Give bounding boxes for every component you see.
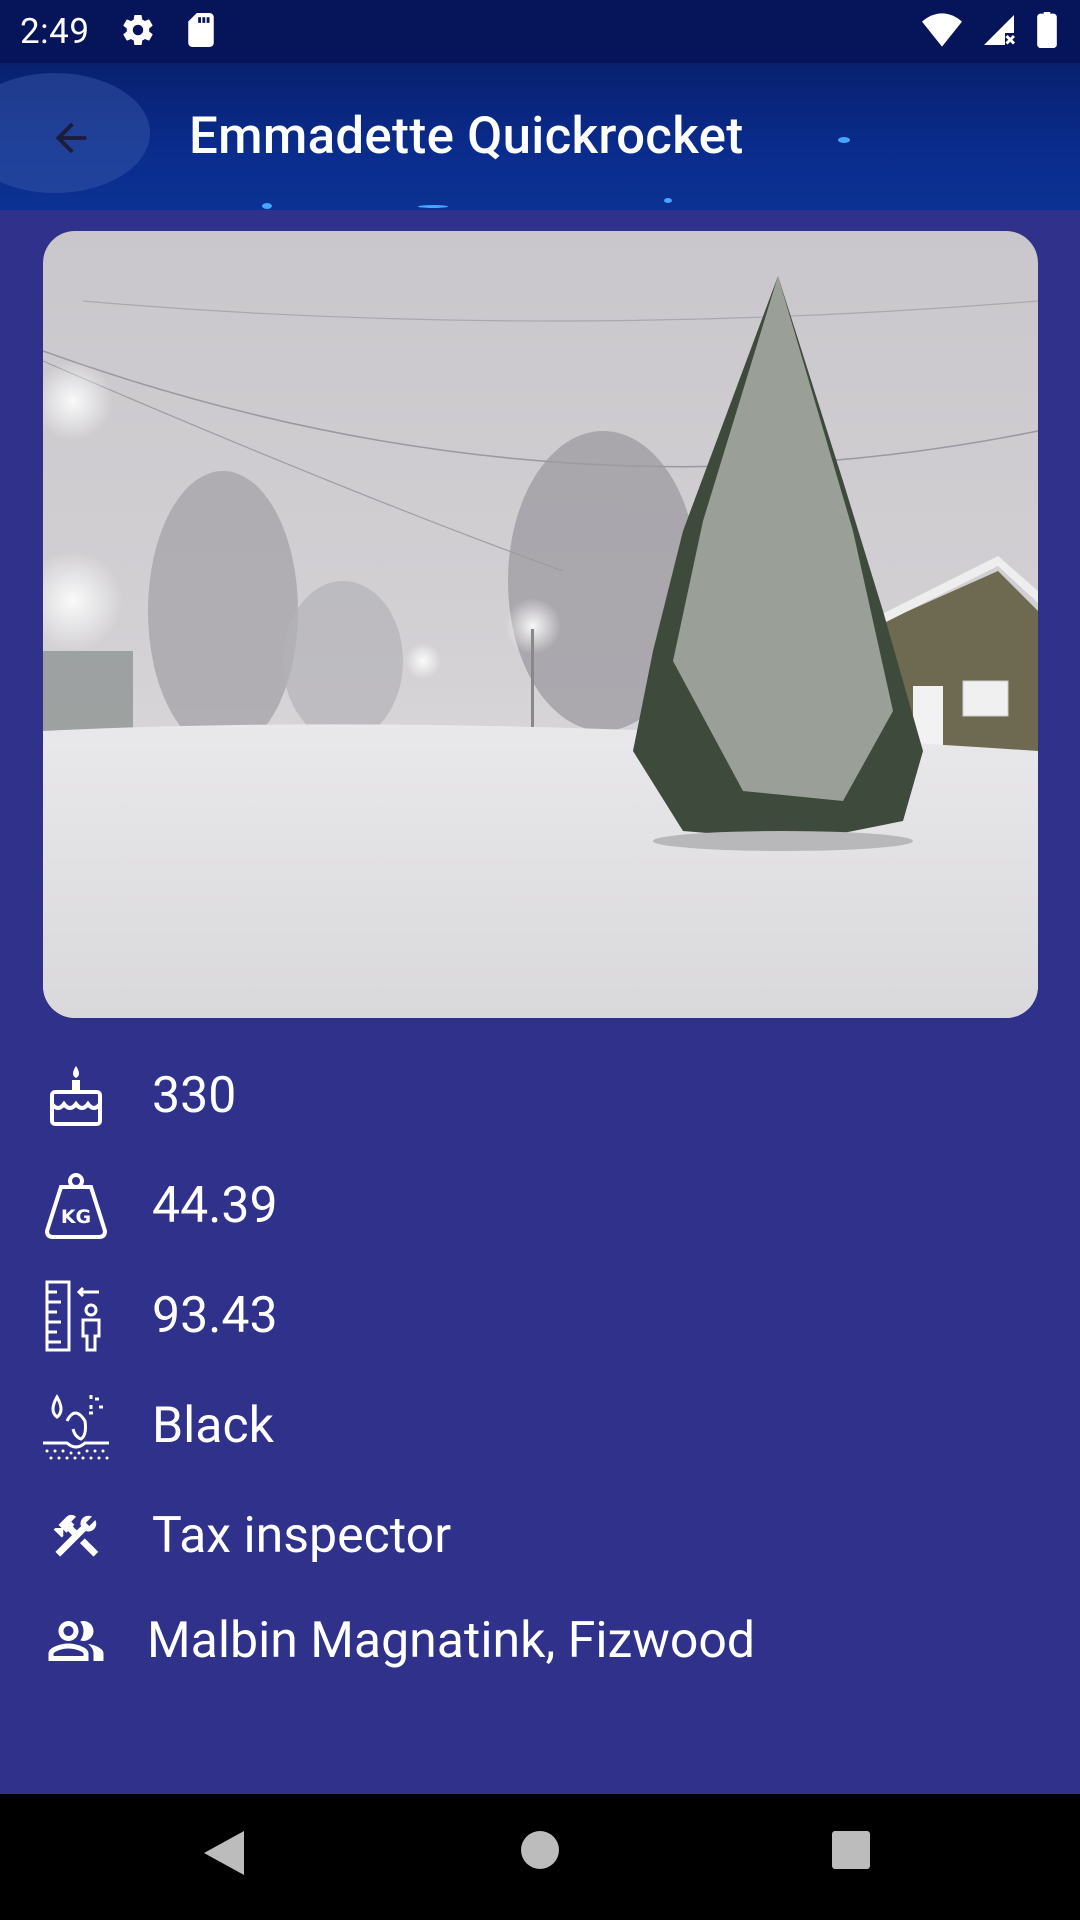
cell-signal-icon	[980, 12, 1018, 52]
friends-row: Malbin Magnatink, Fizwood	[40, 1605, 755, 1677]
app-bar: Emmadette Quickrocket	[0, 63, 1080, 210]
wifi-icon	[922, 13, 962, 51]
weight-kg-icon: KG	[40, 1170, 112, 1242]
profession-row: Tax inspector	[40, 1500, 451, 1572]
back-button[interactable]	[36, 103, 106, 173]
decorative-dot	[262, 203, 272, 209]
decorative-dot	[418, 205, 448, 208]
navigation-bar	[0, 1794, 1080, 1920]
svg-text:KG: KG	[61, 1206, 91, 1228]
battery-icon	[1036, 12, 1058, 52]
people-icon	[40, 1605, 112, 1677]
age-row: 330	[40, 1060, 236, 1132]
page-title: Emmadette Quickrocket	[189, 107, 744, 166]
hair-icon	[40, 1390, 112, 1462]
decorative-dot	[838, 137, 850, 143]
hair-color-row: Black	[40, 1390, 274, 1462]
tools-icon	[40, 1500, 112, 1572]
weight-row: KG 44.39	[40, 1170, 278, 1242]
birthday-cake-icon	[40, 1060, 112, 1132]
height-value: 93.43	[152, 1287, 278, 1345]
height-row: 93.43	[40, 1280, 278, 1352]
settings-icon	[120, 12, 156, 52]
nav-recent-square-icon[interactable]	[832, 1831, 870, 1869]
age-value: 330	[152, 1067, 237, 1125]
height-ruler-icon	[40, 1280, 112, 1352]
hair-color-value: Black	[152, 1397, 275, 1455]
nav-back-triangle-icon[interactable]	[204, 1831, 244, 1879]
friends-value: Malbin Magnatink, Fizwood	[147, 1612, 756, 1670]
status-bar: 2:49	[0, 0, 1080, 63]
arrow-back-icon	[55, 122, 87, 154]
status-time: 2:49	[20, 11, 90, 52]
profession-value: Tax inspector	[152, 1507, 452, 1565]
sd-card-icon	[186, 12, 216, 51]
decorative-dot	[664, 198, 672, 203]
weight-value: 44.39	[152, 1177, 278, 1235]
nav-home-circle-icon[interactable]	[521, 1831, 559, 1869]
profile-photo	[43, 231, 1038, 1018]
